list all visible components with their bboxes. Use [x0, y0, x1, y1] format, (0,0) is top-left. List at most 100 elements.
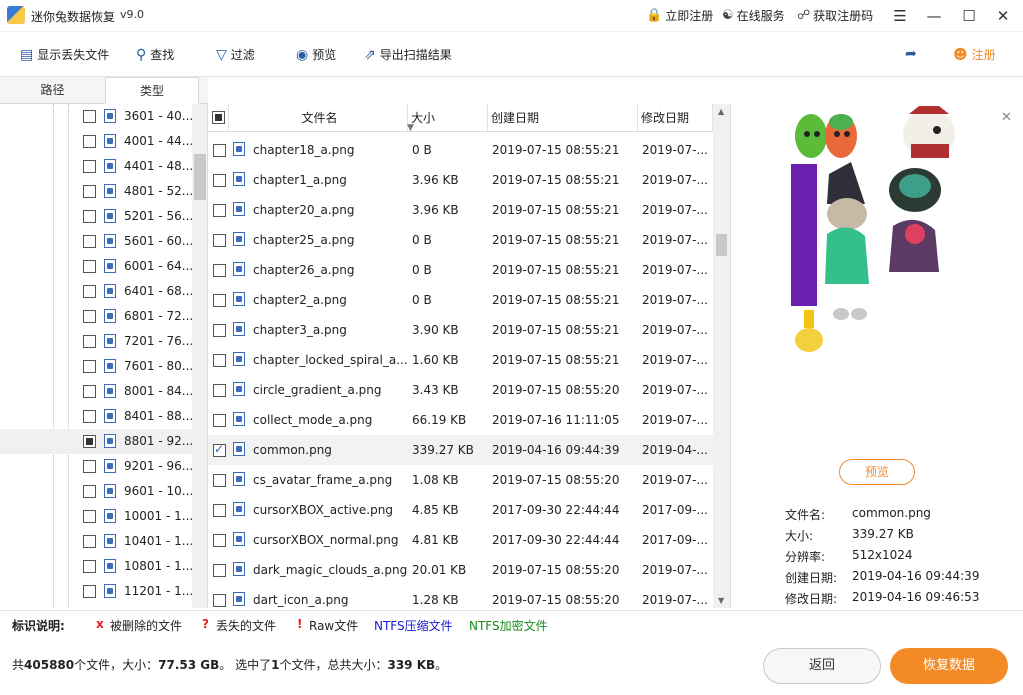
row-checkbox[interactable] [213, 534, 226, 547]
tree-item-checkbox[interactable] [83, 510, 96, 523]
preview-toolbar-button[interactable]: ◉ 预览 [296, 46, 336, 63]
table-row[interactable]: cursorXBOX_active.png 4.85 KB 2017-09-30 2… [208, 495, 713, 525]
row-checkbox[interactable] [213, 174, 226, 187]
table-row[interactable]: circle_gradient_a.png 3.43 KB 2019-07-15 0… [208, 375, 713, 405]
tree-item[interactable]: 10801 - 1... [0, 554, 193, 579]
tree-item[interactable]: 6801 - 72... [0, 304, 193, 329]
created-column-header[interactable]: 创建日期 [488, 104, 638, 132]
tree-item-checkbox[interactable] [83, 485, 96, 498]
tree-item[interactable]: 6401 - 68... [0, 279, 193, 304]
tree-item[interactable]: 8401 - 88... [0, 404, 193, 429]
tree-item-checkbox[interactable] [83, 285, 96, 298]
show-lost-files-button[interactable]: ▤ 显示丢失文件 [20, 46, 109, 63]
row-checkbox[interactable] [213, 474, 226, 487]
tree-item[interactable]: 6001 - 64... [0, 254, 193, 279]
table-row[interactable]: chapter20_a.png 3.96 KB 2019-07-15 08:55:2… [208, 195, 713, 225]
tree-item[interactable]: 9601 - 10... [0, 479, 193, 504]
tree-item-checkbox[interactable] [83, 160, 96, 173]
modified-column-header[interactable]: 修改日期 [638, 104, 713, 132]
table-row[interactable]: chapter2_a.png 0 B 2019-07-15 08:55:21 2019… [208, 285, 713, 315]
tree-scrollbar[interactable] [192, 104, 207, 608]
tree-item-checkbox[interactable] [83, 260, 96, 273]
table-row[interactable]: chapter25_a.png 0 B 2019-07-15 08:55:21 201… [208, 225, 713, 255]
get-code-link[interactable]: ☍ 获取注册码 [797, 7, 873, 24]
tree-item-checkbox[interactable] [83, 185, 96, 198]
register-button[interactable]: ☻ 注册 [953, 46, 996, 63]
tree-item[interactable]: 8001 - 84... [0, 379, 193, 404]
minimize-icon[interactable]: — [921, 4, 947, 28]
share-button[interactable]: ➦ [905, 46, 917, 62]
table-row[interactable]: cs_avatar_frame_a.png 1.08 KB 2019-07-15 0… [208, 465, 713, 495]
row-checkbox[interactable] [213, 234, 226, 247]
tree-item-checkbox[interactable] [83, 385, 96, 398]
tree-item-checkbox[interactable] [83, 310, 96, 323]
row-checkbox[interactable] [213, 294, 226, 307]
table-row[interactable]: chapter18_a.png 0 B 2019-07-15 08:55:21 201… [208, 135, 713, 165]
tree-item-checkbox[interactable] [83, 410, 96, 423]
tree-item-checkbox[interactable] [83, 235, 96, 248]
file-list-scrollbar-thumb[interactable] [716, 234, 727, 256]
find-button[interactable]: ⚲ 查找 [136, 46, 174, 63]
export-results-button[interactable]: ⇗ 导出扫描结果 [364, 46, 452, 63]
close-icon[interactable]: ✕ [990, 4, 1016, 28]
tree-item[interactable]: 3601 - 40... [0, 104, 193, 129]
table-row[interactable]: chapter_locked_spiral_a.... 1.60 KB 2019-0… [208, 345, 713, 375]
table-row[interactable]: dark_magic_clouds_a.png 20.01 KB 2019-07-1… [208, 555, 713, 585]
tree-item[interactable]: 7601 - 80... [0, 354, 193, 379]
table-row[interactable]: cursorXBOX_normal.png 4.81 KB 2017-09-30 2… [208, 525, 713, 555]
table-row[interactable]: chapter3_a.png 3.90 KB 2019-07-15 08:55:21… [208, 315, 713, 345]
tree-item[interactable]: 4801 - 52... [0, 179, 193, 204]
table-row[interactable]: chapter26_a.png 0 B 2019-07-15 08:55:21 201… [208, 255, 713, 285]
back-button[interactable]: 返回 [763, 648, 881, 684]
scroll-down-icon[interactable]: ▼ [718, 596, 724, 605]
tree-item[interactable]: 7201 - 76... [0, 329, 193, 354]
row-checkbox[interactable] [213, 324, 226, 337]
tree-item-checkbox[interactable] [83, 560, 96, 573]
tree-item[interactable]: 5201 - 56... [0, 204, 193, 229]
maximize-icon[interactable]: ☐ [956, 4, 982, 28]
tree-item[interactable]: 10001 - 1... [0, 504, 193, 529]
table-row[interactable]: chapter1_a.png 3.96 KB 2019-07-15 08:55:21… [208, 165, 713, 195]
file-list-scrollbar[interactable]: ▲ ▼ [713, 104, 730, 608]
tree-item-checkbox[interactable] [83, 585, 96, 598]
tree-item-checkbox[interactable] [83, 360, 96, 373]
tree-item[interactable]: 10401 - 1... [0, 529, 193, 554]
tree-scrollbar-thumb[interactable] [194, 154, 206, 200]
tree-item[interactable]: 8801 - 92... [0, 429, 193, 454]
scroll-up-icon[interactable]: ▲ [718, 107, 724, 116]
tree-item[interactable]: 4401 - 48... [0, 154, 193, 179]
menu-icon[interactable]: ☰ [887, 4, 913, 28]
filter-button[interactable]: ▽ 过滤 [216, 46, 255, 63]
size-column-header[interactable]: 大小 [408, 104, 488, 132]
recover-data-button[interactable]: 恢复数据 [890, 648, 1008, 684]
table-row[interactable]: collect_mode_a.png 66.19 KB 2019-07-16 11:… [208, 405, 713, 435]
row-checkbox[interactable] [213, 384, 226, 397]
table-row[interactable]: common.png 339.27 KB 2019-04-16 09:44:39 20… [208, 435, 713, 465]
tab-path[interactable]: 路径 [0, 77, 105, 104]
name-column-header[interactable]: 文件名 ▼ [229, 104, 414, 133]
register-now-link[interactable]: 🔒 立即注册 [646, 7, 713, 24]
tree-item[interactable]: 9201 - 96... [0, 454, 193, 479]
tree-item[interactable]: 5601 - 60... [0, 229, 193, 254]
tree-item-checkbox[interactable] [83, 110, 96, 123]
row-checkbox[interactable] [213, 442, 226, 457]
close-preview-icon[interactable]: ✕ [1001, 110, 1012, 125]
select-all-checkbox[interactable] [212, 111, 225, 124]
tree-item-checkbox[interactable] [83, 535, 96, 548]
tab-type[interactable]: 类型 [105, 77, 199, 105]
row-checkbox[interactable] [213, 504, 226, 517]
tree-item[interactable]: 11201 - 1... [0, 579, 193, 604]
table-row[interactable]: dart_icon_a.png 1.28 KB 2019-07-15 08:55:2… [208, 585, 713, 608]
row-checkbox[interactable] [213, 204, 226, 217]
row-checkbox[interactable] [213, 414, 226, 427]
tree-item-checkbox[interactable] [83, 210, 96, 223]
preview-button[interactable]: 预览 [839, 459, 915, 485]
tree-item[interactable]: 4001 - 44... [0, 129, 193, 154]
row-checkbox[interactable] [213, 264, 226, 277]
tree-item-checkbox[interactable] [83, 135, 96, 148]
tree-item-checkbox[interactable] [83, 335, 96, 348]
online-service-link[interactable]: ☯ 在线服务 [722, 7, 785, 24]
tree-item-checkbox[interactable] [83, 435, 96, 448]
tree-item-checkbox[interactable] [83, 460, 96, 473]
row-checkbox[interactable] [213, 564, 226, 577]
